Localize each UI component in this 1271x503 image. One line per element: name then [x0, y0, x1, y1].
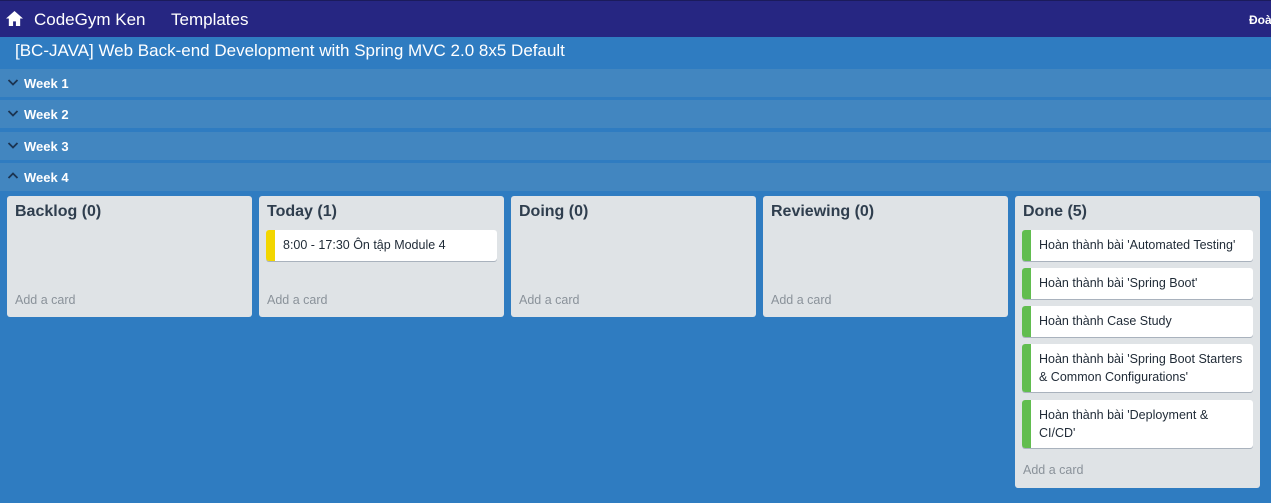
- board-title: [BC-JAVA] Web Back-end Development with …: [15, 41, 565, 60]
- list-title: Backlog (0): [15, 203, 102, 220]
- week-section-2[interactable]: Week 2: [0, 100, 1271, 128]
- chevron-down-icon: [7, 142, 19, 149]
- card[interactable]: Hoàn thành bài 'Deployment & CI/CD': [1022, 400, 1253, 448]
- card-title: Hoàn thành bài 'Spring Boot': [1039, 276, 1198, 290]
- week-label: Week 2: [24, 107, 69, 122]
- list-done: Done (5) Hoàn thành bài 'Automated Testi…: [1015, 196, 1260, 488]
- list-today: Today (1) 8:00 - 17:30 Ôn tập Module 4 A…: [259, 196, 504, 317]
- card-label: [1022, 306, 1031, 337]
- week-section-1[interactable]: Week 1: [0, 69, 1271, 97]
- list-title: Doing (0): [519, 203, 589, 220]
- card-title: 8:00 - 17:30 Ôn tập Module 4: [283, 238, 446, 252]
- card-label: [1022, 268, 1031, 299]
- card-label: [1022, 400, 1031, 448]
- card-label: [1022, 344, 1031, 392]
- brand-link[interactable]: CodeGym Ken: [34, 10, 146, 30]
- list-backlog: Backlog (0) Add a card: [7, 196, 252, 317]
- add-card-button[interactable]: Add a card: [15, 293, 75, 307]
- list-title: Today (1): [267, 203, 337, 220]
- add-card-button[interactable]: Add a card: [1023, 463, 1083, 477]
- add-card-button[interactable]: Add a card: [519, 293, 579, 307]
- week-section-3[interactable]: Week 3: [0, 132, 1271, 160]
- chevron-down-icon: [7, 110, 19, 117]
- card-label: [1022, 230, 1031, 261]
- home-icon[interactable]: [5, 10, 24, 27]
- chevron-down-icon: [7, 79, 19, 86]
- card-title: Hoàn thành bài 'Automated Testing': [1039, 238, 1236, 252]
- week-label: Week 1: [24, 76, 69, 91]
- week-section-4[interactable]: Week 4: [0, 163, 1271, 191]
- list-title: Reviewing (0): [771, 203, 875, 220]
- card[interactable]: Hoàn thành bài 'Spring Boot Starters & C…: [1022, 344, 1253, 392]
- card[interactable]: Hoàn thành bài 'Automated Testing': [1022, 230, 1253, 261]
- card-label: [266, 230, 275, 261]
- list-title: Done (5): [1023, 203, 1087, 220]
- templates-link[interactable]: Templates: [171, 10, 248, 30]
- card[interactable]: 8:00 - 17:30 Ôn tập Module 4: [266, 230, 497, 261]
- card[interactable]: Hoàn thành Case Study: [1022, 306, 1253, 337]
- board-app: CodeGym Ken Templates Đoàn [BC-JAVA] Web…: [0, 0, 1271, 503]
- card-title: Hoàn thành bài 'Deployment & CI/CD': [1039, 408, 1209, 440]
- week-label: Week 4: [24, 170, 69, 185]
- add-card-button[interactable]: Add a card: [267, 293, 327, 307]
- user-menu[interactable]: Đoàn: [1249, 13, 1271, 27]
- list-reviewing: Reviewing (0) Add a card: [763, 196, 1008, 317]
- week-label: Week 3: [24, 139, 69, 154]
- card-title: Hoàn thành Case Study: [1039, 314, 1172, 328]
- card-title: Hoàn thành bài 'Spring Boot Starters & C…: [1039, 352, 1243, 384]
- add-card-button[interactable]: Add a card: [771, 293, 831, 307]
- card[interactable]: Hoàn thành bài 'Spring Boot': [1022, 268, 1253, 299]
- list-doing: Doing (0) Add a card: [511, 196, 756, 317]
- top-nav: CodeGym Ken Templates Đoàn: [0, 0, 1271, 37]
- chevron-up-icon: [7, 172, 19, 179]
